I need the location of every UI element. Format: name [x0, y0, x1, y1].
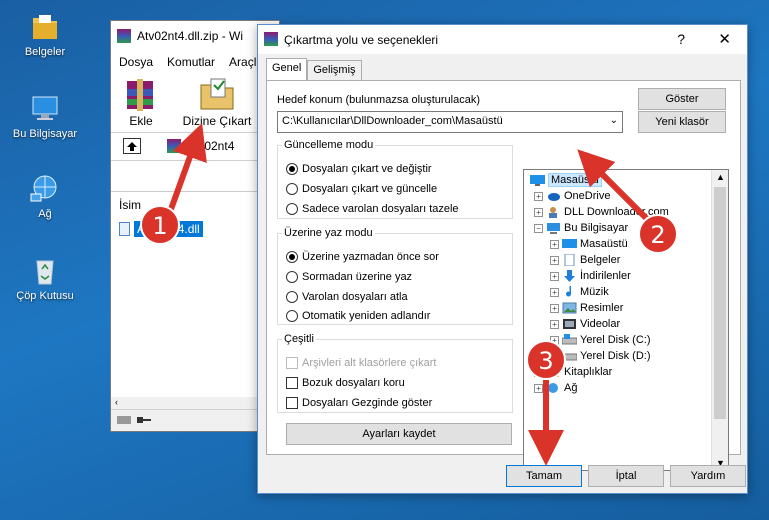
- arrow-2: [577, 149, 653, 225]
- annotation-badge-2: 2: [638, 214, 678, 254]
- annotation-arrows: [167, 123, 653, 466]
- annotation-badge-3: 3: [526, 340, 566, 380]
- annotation-badge-1: 1: [140, 205, 180, 245]
- tab-general[interactable]: Genel: [266, 58, 308, 80]
- arrow-1: [167, 123, 207, 214]
